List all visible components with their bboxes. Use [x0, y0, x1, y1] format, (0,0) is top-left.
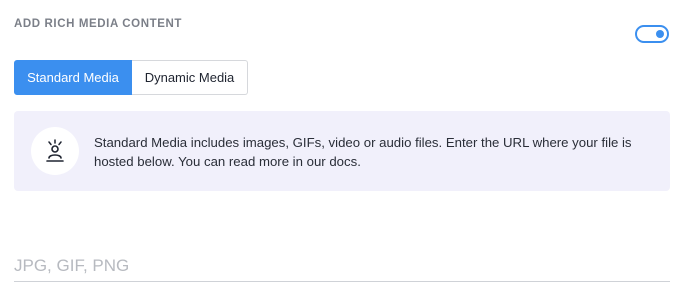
person-spark-icon: [46, 139, 64, 162]
media-type-tabs: Standard Media Dynamic Media: [14, 60, 248, 95]
media-url-input[interactable]: [14, 250, 670, 282]
toggle-knob: [656, 30, 664, 38]
info-icon-circle: [31, 127, 79, 175]
info-description: Standard Media includes images, GIFs, vi…: [94, 135, 632, 169]
tab-dynamic-media[interactable]: Dynamic Media: [132, 60, 248, 95]
section-title: ADD RICH MEDIA CONTENT: [14, 18, 183, 30]
info-callout: Standard Media includes images, GIFs, vi…: [14, 111, 670, 191]
rich-media-toggle[interactable]: [635, 25, 669, 43]
tab-standard-media[interactable]: Standard Media: [14, 60, 132, 95]
